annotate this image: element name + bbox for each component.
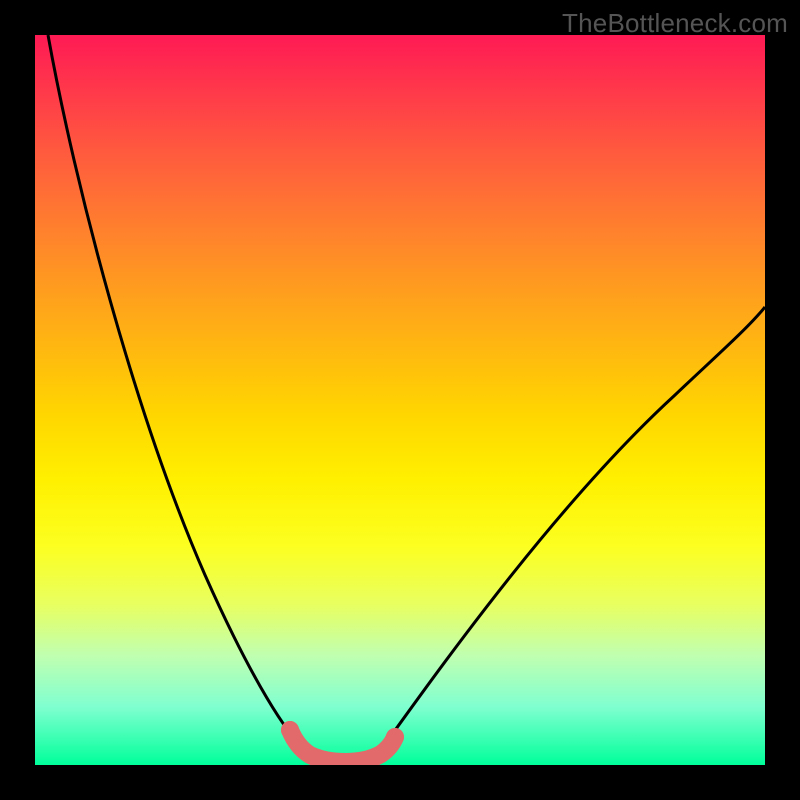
heart-band xyxy=(290,730,395,762)
watermark-text: TheBottleneck.com xyxy=(562,8,788,39)
chart-frame: TheBottleneck.com xyxy=(0,0,800,800)
plot-area xyxy=(35,35,765,765)
heart-dot-right xyxy=(386,728,404,746)
left-curve xyxy=(48,35,302,747)
heart-dot-left xyxy=(281,721,299,739)
curve-layer xyxy=(35,35,765,765)
right-curve xyxy=(383,307,765,747)
